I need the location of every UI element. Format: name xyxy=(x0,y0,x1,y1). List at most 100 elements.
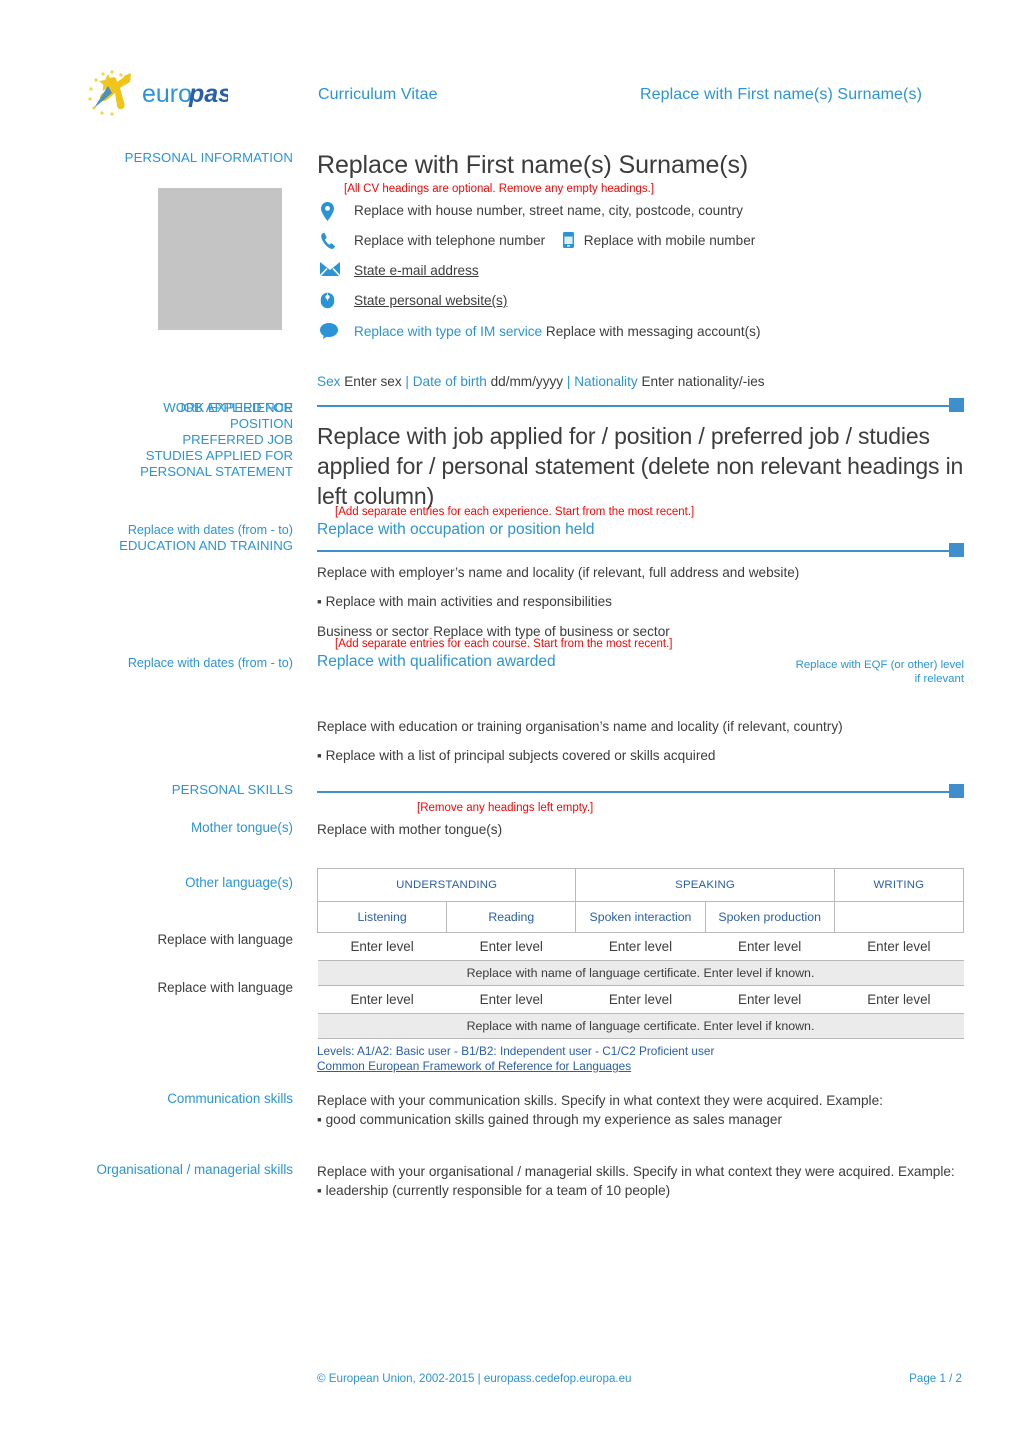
phone-icon xyxy=(320,232,342,252)
education-organisation: Replace with education or training organ… xyxy=(317,719,843,734)
table-row-certificate: Replace with name of language certificat… xyxy=(317,1013,964,1039)
divider-endcap xyxy=(949,398,964,412)
address-row: Replace with house number, street name, … xyxy=(317,202,964,224)
mother-tongue-value: Replace with mother tongue(s) xyxy=(317,822,503,837)
spoken-interaction-header: Spoken interaction xyxy=(575,901,706,933)
im-service-text: Replace with type of IM service xyxy=(354,324,543,339)
date-of-birth-value: dd/mm/yyyy xyxy=(490,374,564,389)
globe-mouse-icon xyxy=(320,292,342,312)
levels-legend: Levels: A1/A2: Basic user - B1/B2: Indep… xyxy=(317,1044,715,1058)
organisational-skills-label: Organisational / managerial skills xyxy=(96,1162,294,1177)
cv-page: euro pass Curriculum Vitae Replace with … xyxy=(0,0,1020,1443)
organisational-skills-text: Replace with your organisational / manag… xyxy=(317,1164,955,1179)
nationality-label: Nationality xyxy=(574,374,638,389)
lang1-certificate[interactable]: Replace with name of language certificat… xyxy=(317,960,964,986)
job-applied-for-label: JOB APPLIED FOR xyxy=(177,400,293,415)
remove-empty-headings-note: [Remove any headings left empty.] xyxy=(417,802,594,814)
divider-line xyxy=(317,791,964,793)
lang1-listening[interactable]: Enter level xyxy=(317,932,447,961)
personal-statement-label: PERSONAL STATEMENT xyxy=(140,464,293,479)
work-dates-label: Replace with dates (from - to) xyxy=(127,523,293,537)
organisational-skills-content: Replace with your organisational / manag… xyxy=(317,1162,964,1200)
listening-header: Listening xyxy=(316,901,448,933)
mobile-phone-icon xyxy=(562,232,574,253)
job-applied-heading: Replace with job applied for / position … xyxy=(317,423,964,509)
website-row: State personal website(s) xyxy=(317,292,964,314)
divider-line xyxy=(317,550,964,552)
job-applied-labels: WORK EXPERIENCE JOB APPLIED FOR POSITION… xyxy=(58,400,293,480)
principal-subjects: ▪ Replace with a list of principal subje… xyxy=(317,748,716,763)
occupation-held: Replace with occupation or position held xyxy=(317,521,595,538)
lang2-spoken-production[interactable]: Enter level xyxy=(705,985,835,1014)
lang1-spoken-production[interactable]: Enter level xyxy=(705,932,835,961)
lang2-listening[interactable]: Enter level xyxy=(317,985,447,1014)
email-text[interactable]: State e-mail address xyxy=(354,263,479,278)
footer-page-number: Page 1 / 2 xyxy=(909,1372,962,1385)
document-type-label: Curriculum Vitae xyxy=(318,86,438,103)
preferred-job-label: PREFERRED JOB xyxy=(182,432,293,447)
europass-logo: euro pass xyxy=(78,66,228,120)
sex-value: Enter sex xyxy=(344,374,402,389)
table-row: Enter level Enter level Enter level Ente… xyxy=(317,985,964,1014)
headings-optional-note: [All CV headings are optional. Remove an… xyxy=(344,183,655,195)
education-dates-label-wrap: Replace with dates (from - to) xyxy=(58,655,293,671)
lang1-spoken-interaction[interactable]: Enter level xyxy=(575,932,706,961)
education-and-training-label: EDUCATION AND TRAINING xyxy=(119,538,293,553)
studies-applied-for-label: STUDIES APPLIED FOR xyxy=(145,448,293,463)
language-1-label: Replace with language xyxy=(157,932,294,947)
footer-copyright: © European Union, 2002-2015 | europass.c… xyxy=(317,1372,632,1385)
website-text[interactable]: State personal website(s) xyxy=(354,293,507,308)
lang2-reading[interactable]: Enter level xyxy=(446,985,576,1014)
personal-information-label: PERSONAL INFORMATION xyxy=(124,150,293,165)
framework-link[interactable]: Common European Framework of Reference f… xyxy=(317,1059,964,1074)
work-experience-left-labels: Replace with dates (from - to) EDUCATION… xyxy=(58,522,293,554)
page-title: Replace with First name(s) Surname(s) xyxy=(317,151,749,179)
lang2-certificate[interactable]: Replace with name of language certificat… xyxy=(317,1013,964,1039)
section-divider-job xyxy=(317,398,964,412)
svg-text:pass: pass xyxy=(188,80,228,108)
mother-tongue-label: Mother tongue(s) xyxy=(191,820,293,835)
address-text: Replace with house number, street name, … xyxy=(354,203,743,218)
divider-endcap xyxy=(949,543,964,557)
employer-name: Replace with employer’s name and localit… xyxy=(317,565,800,580)
divider-line xyxy=(317,405,964,407)
reading-header: Reading xyxy=(446,901,577,933)
divider-endcap xyxy=(949,784,964,798)
communication-skills-label: Communication skills xyxy=(167,1091,293,1106)
communication-skills-content: Replace with your communication skills. … xyxy=(317,1091,964,1129)
language-2-label: Replace with language xyxy=(157,980,294,995)
framework-link-anchor[interactable]: Common European Framework of Reference f… xyxy=(317,1059,631,1073)
separator-1: | xyxy=(405,374,409,389)
spoken-production-header: Spoken production xyxy=(704,901,835,933)
personal-skills-label: PERSONAL SKILLS xyxy=(171,782,293,797)
position-label: POSITION xyxy=(229,416,293,431)
chat-bubble-icon xyxy=(320,323,342,343)
writing-header: WRITING xyxy=(833,868,965,902)
language-table-wrap: UNDERSTANDING SPEAKING WRITING Listening… xyxy=(316,868,965,1074)
job-applied-content: Replace with job applied for / position … xyxy=(317,398,964,511)
work-experience-entry: Replace with occupation or position held… xyxy=(317,520,964,641)
organisational-skills-bullet: ▪ leadership (currently responsible for … xyxy=(317,1183,671,1198)
demographics-row: Sex Enter sex | Date of birth dd/mm/yyyy… xyxy=(317,373,964,391)
table-group-header-row: UNDERSTANDING SPEAKING WRITING xyxy=(316,868,965,902)
email-row: State e-mail address xyxy=(317,262,964,284)
sex-label: Sex xyxy=(317,374,341,389)
lang1-reading[interactable]: Enter level xyxy=(446,932,576,961)
lang2-spoken-interaction[interactable]: Enter level xyxy=(575,985,706,1014)
svg-text:euro: euro xyxy=(142,80,192,108)
separator-2: | xyxy=(566,374,571,389)
date-of-birth-label: Date of birth xyxy=(412,374,487,389)
main-activities: ▪ Replace with main activities and respo… xyxy=(317,594,612,609)
lang1-writing[interactable]: Enter level xyxy=(834,932,964,961)
location-pin-icon xyxy=(320,202,342,222)
table-row-certificate: Replace with name of language certificat… xyxy=(317,960,964,986)
education-note: [Add separate entries for each course. S… xyxy=(335,638,673,650)
work-experience-note-wrap: [Add separate entries for each experienc… xyxy=(317,505,964,520)
personal-skills-content: [Remove any headings left empty.] xyxy=(317,782,964,816)
other-languages-label: Other language(s) xyxy=(185,875,293,890)
mobile-text: Replace with mobile number xyxy=(583,233,756,248)
telephone-text: Replace with telephone number xyxy=(354,233,546,248)
table-row: Enter level Enter level Enter level Ente… xyxy=(317,932,964,961)
header-candidate-name: Replace with First name(s) Surname(s) xyxy=(640,86,922,103)
lang2-writing[interactable]: Enter level xyxy=(834,985,964,1014)
